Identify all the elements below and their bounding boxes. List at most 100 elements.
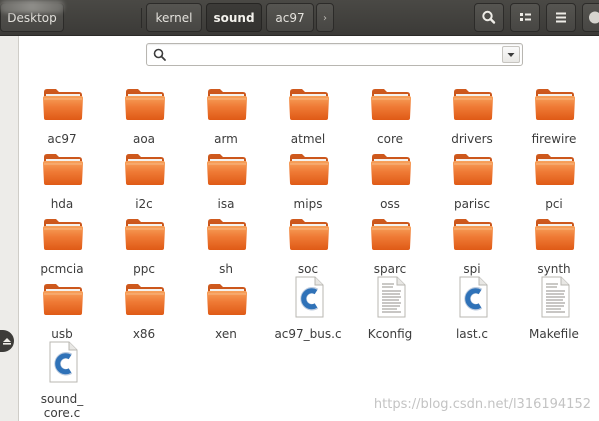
item-label: sound_ core.c xyxy=(40,392,84,420)
folder-item[interactable]: hda xyxy=(21,145,103,211)
folder-item[interactable]: oss xyxy=(349,145,431,211)
item-label: atmel xyxy=(290,132,326,146)
folder-item[interactable]: spi xyxy=(431,210,513,276)
item-label: firewire xyxy=(531,132,577,146)
item-icon xyxy=(41,145,85,189)
item-icon xyxy=(287,275,331,319)
item-icon xyxy=(533,80,577,124)
sidebar xyxy=(0,36,19,421)
menu-icon xyxy=(556,12,566,23)
item-label: ac97_bus.c xyxy=(274,327,342,341)
breadcrumb-separator xyxy=(141,8,142,28)
item-icon xyxy=(451,145,495,189)
folder-icon xyxy=(207,89,247,120)
folder-item[interactable]: arm xyxy=(185,80,267,146)
file-item[interactable]: ac97_bus.c xyxy=(267,275,349,341)
file-item[interactable]: sound_ core.c xyxy=(21,340,103,420)
breadcrumb-forward-arrow[interactable]: › xyxy=(316,3,334,32)
folder-item[interactable]: atmel xyxy=(267,80,349,146)
search-icon xyxy=(153,48,166,61)
folder-item[interactable]: drivers xyxy=(431,80,513,146)
item-icon xyxy=(369,210,413,254)
view-options-button[interactable] xyxy=(510,3,540,32)
window-control-button[interactable] xyxy=(582,3,599,32)
folder-item[interactable]: firewire xyxy=(513,80,595,146)
item-label: sparc xyxy=(373,262,407,276)
item-label: ac97 xyxy=(47,132,77,146)
item-icon xyxy=(41,210,85,254)
item-icon xyxy=(287,145,331,189)
folder-item[interactable]: x86 xyxy=(103,275,185,341)
file-grid: ac97 aoa arm atmel core drivers firewire… xyxy=(19,70,599,421)
item-icon xyxy=(287,80,331,124)
folder-icon xyxy=(207,154,247,185)
folder-item[interactable]: pci xyxy=(513,145,595,211)
folder-item[interactable]: mips xyxy=(267,145,349,211)
text-file-icon xyxy=(541,276,570,318)
folder-item[interactable]: core xyxy=(349,80,431,146)
folder-icon xyxy=(453,89,493,120)
folder-item[interactable]: xen xyxy=(185,275,267,341)
item-icon xyxy=(205,145,249,189)
breadcrumb-ac97[interactable]: ac97 xyxy=(266,3,314,32)
c-source-file-icon xyxy=(49,341,78,383)
c-source-file-icon xyxy=(295,276,324,318)
folder-item[interactable]: sparc xyxy=(349,210,431,276)
folder-item[interactable]: i2c xyxy=(103,145,185,211)
file-item[interactable]: last.c xyxy=(431,275,513,341)
window-control-icon xyxy=(589,11,599,24)
folder-icon xyxy=(453,154,493,185)
folder-item[interactable]: synth xyxy=(513,210,595,276)
item-icon xyxy=(451,275,495,319)
item-label: aoa xyxy=(132,132,156,146)
item-label: i2c xyxy=(135,197,153,211)
folder-item[interactable]: soc xyxy=(267,210,349,276)
item-label: arm xyxy=(214,132,238,146)
folder-item[interactable]: pcmcia xyxy=(21,210,103,276)
folder-icon xyxy=(535,219,575,250)
item-label: sh xyxy=(219,262,233,276)
breadcrumb-kernel[interactable]: kernel xyxy=(146,3,202,32)
item-label: spi xyxy=(463,262,481,276)
folder-item[interactable]: usb xyxy=(21,275,103,341)
folder-item[interactable]: ac97 xyxy=(21,80,103,146)
folder-icon xyxy=(535,89,575,120)
folder-item[interactable]: sh xyxy=(185,210,267,276)
item-icon xyxy=(451,210,495,254)
file-item[interactable]: Makefile xyxy=(513,275,595,341)
breadcrumb-sound[interactable]: sound xyxy=(206,3,262,32)
item-icon xyxy=(205,275,249,319)
menu-button[interactable] xyxy=(546,3,576,32)
item-icon xyxy=(123,80,167,124)
search-options-dropdown[interactable] xyxy=(502,46,520,63)
item-label: ppc xyxy=(133,262,155,276)
folder-icon xyxy=(207,219,247,250)
search-button[interactable] xyxy=(474,3,504,32)
search-field[interactable] xyxy=(146,43,523,66)
item-icon xyxy=(205,210,249,254)
folder-icon xyxy=(453,219,493,250)
breadcrumb-hidden-segment[interactable] xyxy=(0,0,64,13)
view-options-icon xyxy=(520,13,531,21)
folder-icon xyxy=(43,219,83,250)
folder-item[interactable]: parisc xyxy=(431,145,513,211)
item-icon xyxy=(41,340,85,384)
item-icon xyxy=(123,275,167,319)
item-label: last.c xyxy=(455,327,489,341)
item-icon xyxy=(369,275,413,319)
item-icon xyxy=(369,145,413,189)
folder-icon xyxy=(535,154,575,185)
search-input[interactable] xyxy=(171,46,491,63)
item-label: xen xyxy=(215,327,237,341)
watermark: https://blog.csdn.net/l316194152 xyxy=(373,397,591,412)
file-item[interactable]: Kconfig xyxy=(349,275,431,341)
item-label: core xyxy=(377,132,403,146)
folder-icon xyxy=(371,219,411,250)
folder-item[interactable]: isa xyxy=(185,145,267,211)
folder-item[interactable]: aoa xyxy=(103,80,185,146)
eject-button[interactable] xyxy=(0,330,14,352)
header-bar: Desktop kernel sound ac97 › xyxy=(0,0,599,36)
item-label: parisc xyxy=(453,197,491,211)
folder-item[interactable]: ppc xyxy=(103,210,185,276)
item-label: pcmcia xyxy=(40,262,84,276)
